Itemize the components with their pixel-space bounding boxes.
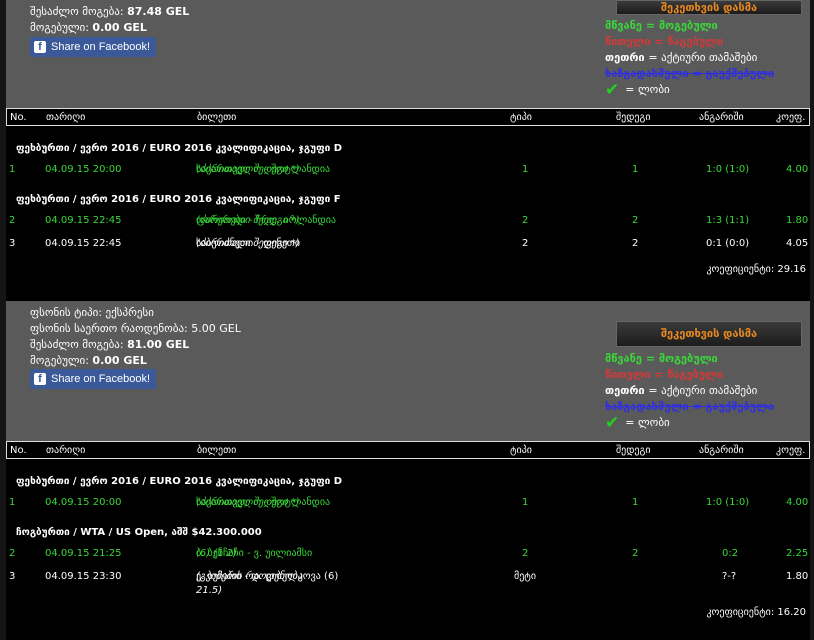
legend-cancelled: ხაზგადასმული = გაუქმებული xyxy=(605,67,775,80)
legend-lose: წითელი = წაგებული xyxy=(605,35,724,48)
table-header: No. თარიღი ბილეთი ტიპი შედეგი ანგარიში კ… xyxy=(6,441,810,459)
bet-table-2: No. თარიღი ბილეთი ტიპი შედეგი ანგარიში კ… xyxy=(6,441,810,640)
legend-win: მწვანე = მოგებული xyxy=(605,19,718,32)
total-stake: ფსონის საერთო რაოდენობა: 5.00 GEL xyxy=(30,322,241,335)
legend-active: თეთრი = აქტიური თამაშები xyxy=(605,51,758,64)
table-header: No. თარიღი ბილეთი ტიპი შედეგი ანგარიში კ… xyxy=(6,108,810,126)
won-amount: მოგებული: 0.00 GEL xyxy=(30,354,147,367)
share-facebook-button[interactable]: f Share on Facebook! xyxy=(30,369,157,389)
share-facebook-button[interactable]: f Share on Facebook! xyxy=(30,37,157,57)
legend-bonus: ✔ = ლობი xyxy=(605,413,670,433)
status-legend: მწვანე = მოგებული წითელი = წაგებული თეთრ… xyxy=(605,18,775,100)
legend-lose: წითელი = წაგებული xyxy=(605,368,724,381)
bet-type: ფსონის ტიპი: ექსპრესი xyxy=(30,306,154,319)
status-legend: მწვანე = მოგებული წითელი = წაგებული თეთრ… xyxy=(605,351,775,433)
share-label: Share on Facebook! xyxy=(51,373,151,385)
potential-win: შესაძლო მოგება: 81.00 GEL xyxy=(30,338,190,351)
legend-cancelled: ხაზგადასმული = გაუქმებული xyxy=(605,400,775,413)
total-coefficient: კოეფიციენტი: 16.20 xyxy=(706,607,806,618)
check-icon: ✔ xyxy=(605,80,620,100)
share-label: Share on Facebook! xyxy=(51,41,151,53)
ticket-info-2: ფსონის ტიპი: ექსპრესი ფსონის საერთო რაოდ… xyxy=(30,305,241,369)
total-coefficient: კოეფიციენტი: 29.16 xyxy=(706,264,806,275)
ticket-info-1: შესაძლო მოგება: 87.48 GEL მოგებული: 0.00… xyxy=(30,4,189,36)
place-bet-button[interactable]: შეკეთხვის დასმა xyxy=(616,321,802,347)
potential-win: შესაძლო მოგება: 87.48 GEL xyxy=(30,5,190,18)
won-amount: მოგებული: 0.00 GEL xyxy=(30,21,147,34)
facebook-icon: f xyxy=(34,373,46,385)
legend-active: თეთრი = აქტიური თამაშები xyxy=(605,384,758,397)
place-bet-button[interactable]: შეკეთხვის დასმა xyxy=(616,0,802,15)
legend-bonus: ✔ = ლობი xyxy=(605,80,670,100)
facebook-icon: f xyxy=(34,41,46,53)
bet-table-1: No. თარიღი ბილეთი ტიპი შედეგი ანგარიში კ… xyxy=(6,108,810,301)
check-icon: ✔ xyxy=(605,413,620,433)
legend-win: მწვანე = მოგებული xyxy=(605,352,718,365)
